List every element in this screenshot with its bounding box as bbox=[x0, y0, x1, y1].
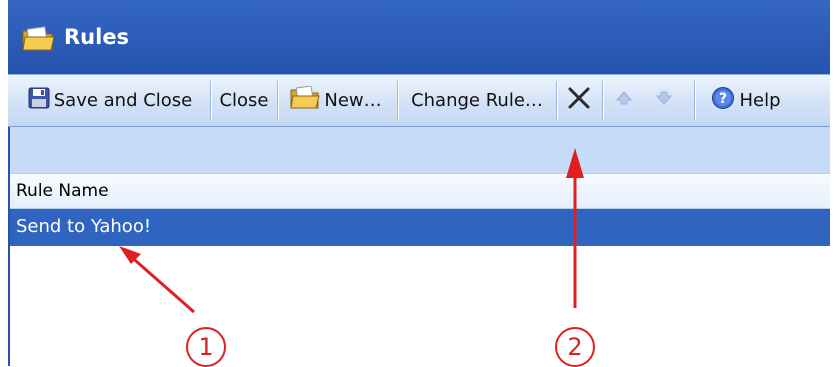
toolbar: Save and Close Close New… Change Rule… ?… bbox=[8, 74, 830, 127]
move-up-button[interactable] bbox=[608, 75, 640, 126]
toolbar-separator bbox=[210, 81, 211, 121]
move-down-icon bbox=[654, 88, 674, 113]
help-icon: ? bbox=[711, 86, 735, 115]
help-button[interactable]: ? Help bbox=[704, 75, 788, 126]
save-icon bbox=[28, 87, 50, 114]
svg-text:?: ? bbox=[719, 91, 727, 107]
change-rule-button[interactable]: Change Rule… bbox=[400, 75, 554, 126]
new-button[interactable]: New… bbox=[280, 75, 392, 126]
toolbar-separator bbox=[694, 81, 695, 121]
annotation-marker-1: 1 bbox=[186, 327, 226, 367]
toolbar-separator bbox=[602, 81, 603, 121]
rules-list-empty-area[interactable] bbox=[8, 246, 830, 366]
change-rule-label: Change Rule… bbox=[411, 90, 543, 111]
delete-icon bbox=[567, 86, 591, 115]
new-folder-icon bbox=[290, 85, 320, 115]
rule-name-cell: Send to Yahoo! bbox=[16, 216, 152, 237]
save-and-close-button[interactable]: Save and Close bbox=[12, 75, 208, 126]
window-title: Rules bbox=[64, 25, 130, 49]
close-button[interactable]: Close bbox=[213, 75, 275, 126]
help-label: Help bbox=[739, 90, 781, 111]
move-up-icon bbox=[614, 88, 634, 113]
table-row[interactable]: Send to Yahoo! bbox=[8, 209, 830, 246]
close-label: Close bbox=[219, 90, 269, 111]
move-down-button[interactable] bbox=[648, 75, 680, 126]
column-header-rule-name[interactable]: Rule Name bbox=[8, 173, 830, 209]
delete-button[interactable] bbox=[559, 75, 599, 126]
annotation-marker-2: 2 bbox=[555, 327, 595, 367]
column-header-label: Rule Name bbox=[16, 181, 109, 201]
folder-icon bbox=[22, 26, 56, 52]
rules-window: Rules Save and Close Close New… Change R… bbox=[8, 0, 830, 366]
toolbar-separator bbox=[277, 81, 278, 121]
toolbar-separator bbox=[556, 81, 557, 121]
toolbar-separator bbox=[397, 81, 398, 121]
filter-band bbox=[8, 127, 830, 173]
annotation-number: 2 bbox=[567, 333, 583, 361]
new-label: New… bbox=[324, 90, 382, 111]
save-and-close-label: Save and Close bbox=[53, 90, 193, 111]
title-bar: Rules bbox=[8, 0, 830, 74]
annotation-number: 1 bbox=[198, 333, 214, 361]
window-left-border bbox=[8, 127, 10, 366]
